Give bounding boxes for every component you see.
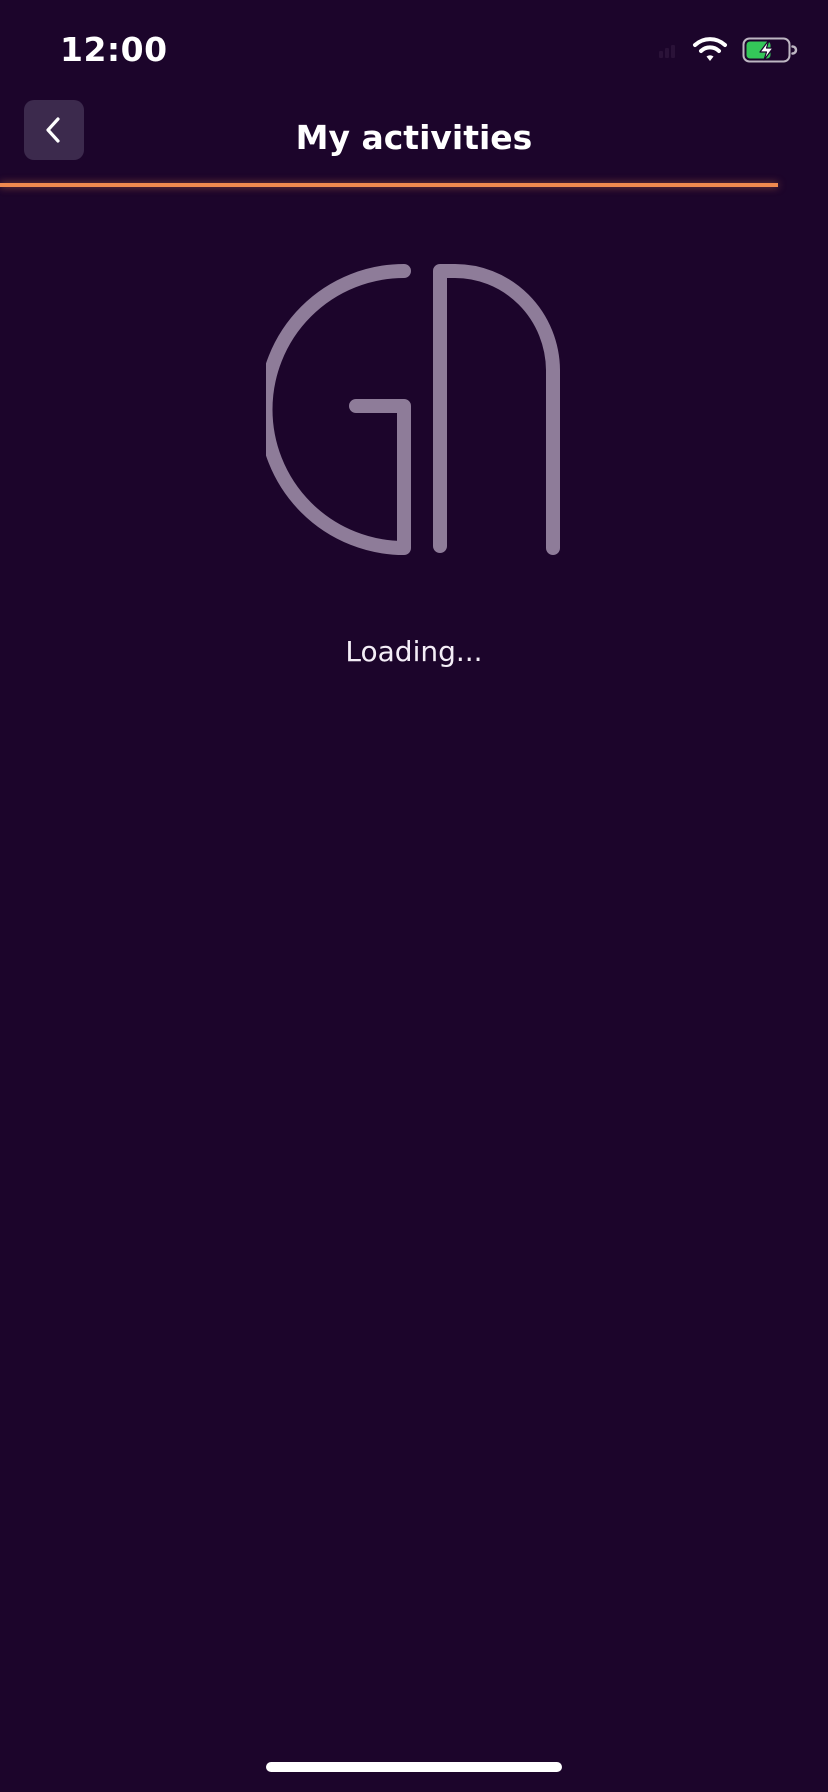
ga-logo-mark xyxy=(266,263,560,555)
battery-charging-icon xyxy=(742,37,798,63)
home-indicator xyxy=(266,1762,562,1772)
loading-text: Loading... xyxy=(345,635,483,668)
page-title: My activities xyxy=(295,118,533,157)
status-time: 12:00 xyxy=(60,30,168,69)
cellular-signal-icon xyxy=(659,45,675,58)
ga-logo xyxy=(266,262,566,556)
progress-bar xyxy=(0,183,828,187)
status-icons xyxy=(658,32,798,68)
progress-bar-fill xyxy=(0,183,779,187)
wifi-icon xyxy=(693,37,727,61)
status-bar: 12:00 xyxy=(0,0,828,100)
header: My activities xyxy=(0,100,828,186)
